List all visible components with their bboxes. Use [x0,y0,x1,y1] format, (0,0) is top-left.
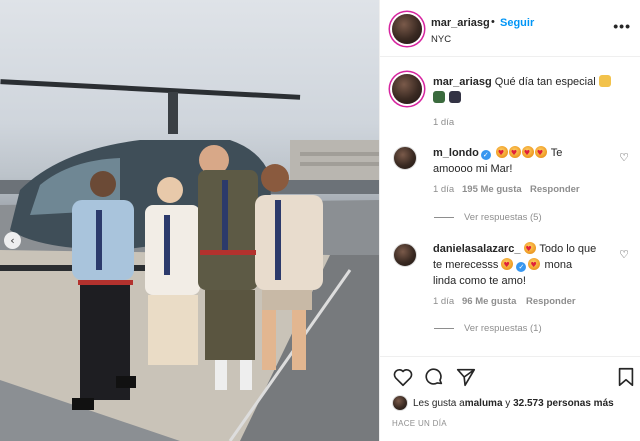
more-options-icon[interactable]: ••• [613,18,631,34]
author-username[interactable]: mar_ariasg [431,17,490,29]
likes-summary[interactable]: Les gusta a maluma y 32.573 personas más [392,395,614,411]
comment-like-heart-icon[interactable]: ♡ [619,248,629,261]
comment-body-line4: linda como te amo! [433,275,526,287]
verified-badge-icon: ✓ [516,262,527,272]
comment-text: m_londo✓ Te amoooo mi Mar! [433,145,603,177]
reply-button[interactable]: Responder [530,184,580,195]
sparkles-emoji-icon [598,75,611,87]
likes-count[interactable]: 32.573 personas más [513,398,614,409]
likes-prefix: Les gusta a [413,397,465,409]
separator-dot: • [491,16,495,28]
helicopter-emoji-icon [433,91,445,103]
verified-badge-icon: ✓ [480,150,491,160]
comment-likes[interactable]: 96 Me gusta [462,296,516,307]
view-replies-link[interactable]: Ver respuestas (5) [434,212,542,223]
post-sidebar: mar_ariasg • Seguir NYC ••• mar_ariasg Q… [379,0,640,441]
caption-text: mar_ariasg Qué día tan especial [433,74,623,106]
caption-avatar[interactable] [392,74,422,104]
bookmark-icon[interactable] [615,366,637,388]
post-header: mar_ariasg • Seguir NYC ••• [380,0,640,57]
heart-eyes-emoji-icon [521,145,534,161]
chevron-left-icon: ‹ [10,234,15,247]
caption-time[interactable]: 1 día [433,117,454,128]
likes-user[interactable]: maluma [465,398,503,409]
comment-body-line3: mona [544,259,573,271]
comment-body-line2: amoooo mi Mar! [433,163,513,175]
heart-eyes-emoji-icon [495,145,508,161]
heart-eyes-emoji-icon [501,257,514,273]
heart-eyes-emoji-icon [523,241,536,257]
comment-username[interactable]: m_londo [433,147,479,159]
commenter-avatar[interactable] [393,146,417,170]
comment-time[interactable]: 1 día [433,296,454,307]
post-photo[interactable]: ‹ [0,0,379,441]
comment-body-line1: Te [550,147,563,159]
heart-icon[interactable] [392,366,414,388]
share-icon[interactable] [455,366,477,388]
comments-list[interactable]: mar_ariasg Qué día tan especial 1 día m_… [380,58,640,356]
follow-button[interactable]: Seguir [500,17,534,29]
comment-icon[interactable] [423,366,445,388]
emoji-icon [449,91,462,103]
reply-button[interactable]: Responder [526,296,576,307]
likes-middle: y [502,397,514,409]
photo-illustration [0,79,379,441]
comment-body-line1: Todo lo que [539,243,597,255]
commenter-avatar[interactable] [393,243,417,267]
caption-body: Qué día tan especial [494,76,596,88]
post-time-ago[interactable]: HACE UN DÍA [392,419,447,428]
heart-eyes-emoji-icon [528,257,541,273]
author-avatar[interactable] [392,14,422,44]
view-replies-link[interactable]: Ver respuestas (1) [434,323,542,334]
heart-eyes-emoji-icon [508,145,521,161]
comment-text: danielasalazarc_ Todo lo que te merecess… [433,241,608,289]
comment-body-line2: te merecesss [433,259,499,271]
caption-username[interactable]: mar_ariasg [433,76,492,88]
post-location[interactable]: NYC [431,34,451,45]
post-actions: Les gusta a maluma y 32.573 personas más… [380,356,640,441]
carousel-prev-button[interactable]: ‹ [4,232,21,249]
heart-eyes-emoji-icon [534,145,547,161]
comment-username[interactable]: danielasalazarc_ [433,243,520,255]
liker-avatar [392,395,408,411]
comment-likes[interactable]: 195 Me gusta [462,184,522,195]
comment-like-heart-icon[interactable]: ♡ [619,151,629,164]
comment-time[interactable]: 1 día [433,184,454,195]
